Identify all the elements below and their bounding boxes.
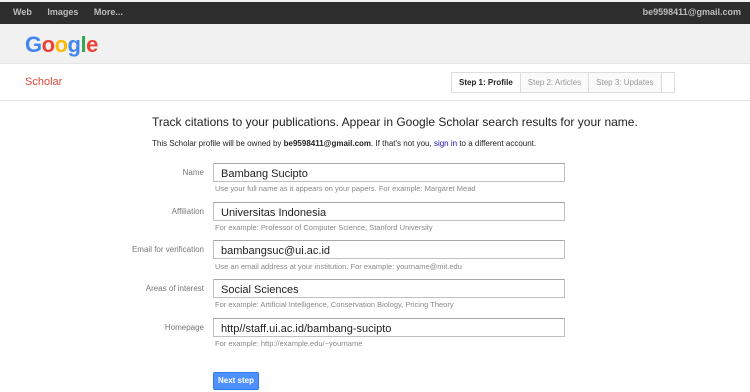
interests-input[interactable] (213, 279, 565, 298)
affiliation-hint: For example: Professor of Computer Scien… (215, 223, 433, 232)
top-link-web[interactable]: Web (13, 7, 32, 17)
name-input[interactable] (213, 163, 565, 182)
homepage-input[interactable] (213, 318, 565, 337)
intro-text: Track citations to your publications. Ap… (152, 115, 638, 129)
top-link-images[interactable]: Images (47, 7, 78, 17)
next-step-button[interactable]: Next step (213, 372, 259, 390)
affiliation-label: Affiliation (171, 207, 204, 216)
interests-hint: For example: Artificial Intelligence, Co… (215, 300, 454, 309)
affiliation-input[interactable] (213, 202, 565, 221)
owner-text: to a different account. (459, 139, 537, 148)
step-articles: Step 2: Articles (520, 72, 590, 93)
email-input[interactable] (213, 240, 565, 259)
email-hint: Use an email address at your institution… (215, 262, 462, 271)
owner-text: . If that's not you, (371, 139, 432, 148)
logo-letter: g (67, 32, 81, 57)
scholar-bar: Scholar Step 1: Profile Step 2: Articles… (0, 64, 750, 101)
name-hint: Use your full name as it appears on your… (215, 184, 476, 193)
logo-letter: G (25, 32, 42, 57)
header: Google (0, 24, 750, 64)
google-logo[interactable]: Google (25, 32, 98, 58)
scholar-title[interactable]: Scholar (25, 76, 62, 88)
owner-email: be9598411@gmail.com (283, 139, 372, 148)
top-links: Web Images More... (13, 7, 136, 17)
logo-letter: o (54, 32, 68, 57)
account-email[interactable]: be9598411@gmail.com (643, 7, 741, 17)
step-profile: Step 1: Profile (451, 72, 521, 93)
homepage-hint: For example: http://example.edu/~yournam… (215, 339, 363, 348)
owner-text: This Scholar profile will be owned by (152, 139, 282, 148)
homepage-label: Homepage (164, 323, 204, 332)
step-indicator: Step 1: Profile Step 2: Articles Step 3:… (451, 72, 675, 93)
interests-label: Areas of interest (145, 284, 204, 293)
email-label: Email for verification (131, 245, 204, 254)
step-indicator-end (661, 72, 675, 93)
top-link-more[interactable]: More... (94, 7, 123, 17)
top-edge-strip (0, 0, 750, 2)
owner-notice: This Scholar profile will be owned by be… (152, 139, 536, 148)
sign-in-link[interactable]: sign in (434, 139, 457, 148)
name-label: Name (182, 168, 204, 177)
top-navigation-bar: Web Images More... be9598411@gmail.com (0, 0, 750, 24)
step-updates: Step 3: Updates (589, 72, 662, 93)
logo-letter: o (41, 32, 55, 57)
logo-letter: e (86, 32, 98, 57)
